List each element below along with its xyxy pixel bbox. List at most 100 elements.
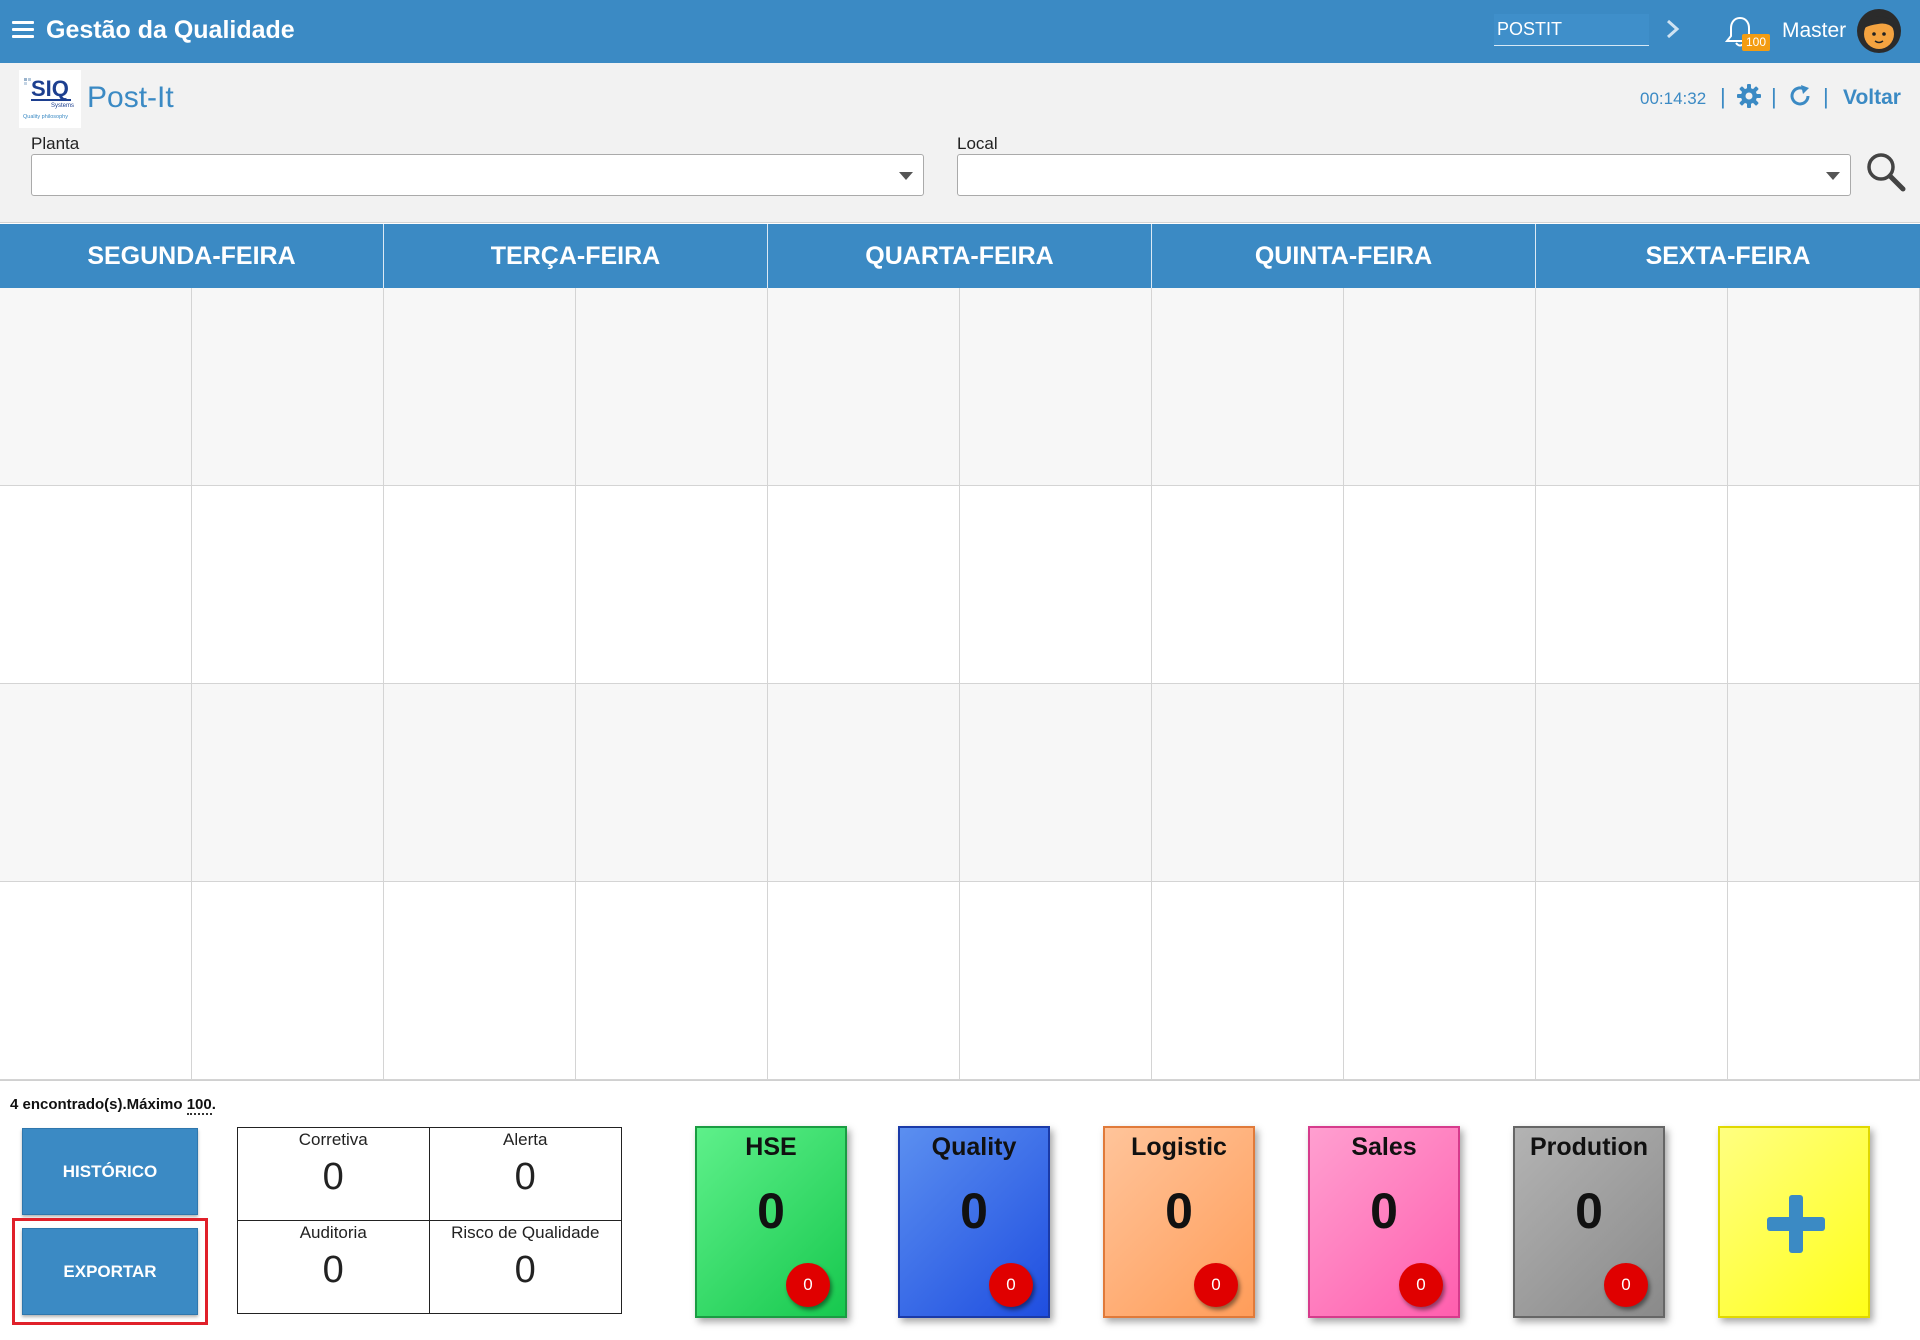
- stat-value: 0: [322, 1248, 344, 1291]
- board-cell: [960, 288, 1152, 486]
- board-cell: [1728, 288, 1920, 486]
- board-cell: [384, 486, 576, 684]
- card-count: 0: [757, 1183, 785, 1239]
- history-button[interactable]: HISTÓRICO: [22, 1128, 198, 1215]
- stat-value: 0: [514, 1156, 536, 1198]
- day-header: SEGUNDA-FEIRA: [0, 224, 384, 288]
- board-cell: [576, 288, 768, 486]
- category-card-hse[interactable]: HSE 0 0: [695, 1126, 847, 1318]
- category-card-prodution[interactable]: Prodution 0 0: [1513, 1126, 1665, 1318]
- user-name[interactable]: Master: [1782, 19, 1846, 43]
- board-cell: [0, 486, 192, 684]
- board-cell: [576, 684, 768, 882]
- svg-text:SIQ: SIQ: [31, 76, 69, 101]
- chevron-right-icon[interactable]: [1662, 14, 1684, 44]
- card-title: Sales: [1351, 1133, 1417, 1161]
- stats-table: Corretiva 0 Alerta 0 Auditoria 0 Risco d…: [237, 1127, 622, 1314]
- stat-label: Risco de Qualidade: [451, 1222, 600, 1242]
- day-header: TERÇA-FEIRA: [384, 224, 768, 288]
- board-cell: [768, 288, 960, 486]
- day-header: SEXTA-FEIRA: [1536, 224, 1920, 288]
- day-header: QUINTA-FEIRA: [1152, 224, 1536, 288]
- plus-icon: [1767, 1195, 1825, 1253]
- card-count: 0: [960, 1183, 988, 1239]
- chevron-down-icon: [899, 172, 913, 180]
- board-cell: [960, 684, 1152, 882]
- local-select[interactable]: [957, 154, 1851, 196]
- stat-corretiva: Corretiva 0: [238, 1128, 430, 1221]
- category-card-sales[interactable]: Sales 0 0: [1308, 1126, 1460, 1318]
- board-cell: [1536, 684, 1728, 882]
- day-headers: SEGUNDA-FEIRA TERÇA-FEIRA QUARTA-FEIRA Q…: [0, 224, 1920, 288]
- board-cell: [960, 486, 1152, 684]
- results-max: 100: [186, 1096, 212, 1115]
- category-card-logistic[interactable]: Logistic 0 0: [1103, 1126, 1255, 1318]
- siq-logo: SIQ Systems Quality philosophy: [19, 70, 81, 128]
- svg-text:Quality philosophy: Quality philosophy: [23, 114, 68, 120]
- board-cell: [768, 882, 960, 1080]
- board-cell: [1152, 486, 1344, 684]
- separator: |: [1720, 84, 1726, 109]
- postit-board: SEGUNDA-FEIRA TERÇA-FEIRA QUARTA-FEIRA Q…: [0, 224, 1920, 1081]
- card-title: Quality: [931, 1133, 1017, 1161]
- stat-value: 0: [322, 1156, 344, 1198]
- board-cell: [768, 684, 960, 882]
- separator: |: [1771, 84, 1777, 109]
- card-title: Logistic: [1131, 1133, 1227, 1161]
- back-link[interactable]: Voltar: [1843, 86, 1901, 110]
- category-card-quality[interactable]: Quality 0 0: [898, 1126, 1050, 1318]
- board-cell: [1344, 882, 1536, 1080]
- stat-label: Auditoria: [299, 1222, 367, 1242]
- top-bar: Gestão da Qualidade 100 Master: [0, 0, 1920, 63]
- board-cell: [192, 684, 384, 882]
- chevron-down-icon: [1826, 172, 1840, 180]
- results-suffix: .: [211, 1096, 216, 1113]
- board-cell: [576, 882, 768, 1080]
- stat-auditoria: Auditoria 0: [238, 1220, 430, 1313]
- export-button[interactable]: EXPORTAR: [22, 1228, 198, 1315]
- board-cell: [0, 684, 192, 882]
- module-search-input[interactable]: [1494, 14, 1649, 46]
- board-cell: [192, 882, 384, 1080]
- card-badge: 0: [786, 1263, 830, 1307]
- hamburger-icon[interactable]: [12, 21, 34, 39]
- stat-value: 0: [514, 1248, 536, 1291]
- results-text: 4 encontrado(s).Máximo: [10, 1096, 187, 1113]
- page-title: Post-It: [87, 81, 174, 114]
- plant-label: Planta: [31, 134, 80, 153]
- stat-label: Alerta: [503, 1130, 548, 1149]
- board-cell: [576, 486, 768, 684]
- gear-icon[interactable]: [1737, 84, 1761, 108]
- card-badge: 0: [989, 1263, 1033, 1307]
- board-cell: [0, 882, 192, 1080]
- local-label: Local: [957, 134, 998, 153]
- results-count: 4 encontrado(s).Máximo 100.: [10, 1096, 216, 1115]
- board-cell: [1536, 486, 1728, 684]
- stat-label: Corretiva: [298, 1130, 368, 1149]
- board-cell: [1728, 684, 1920, 882]
- board-cell: [384, 882, 576, 1080]
- card-count: 0: [1575, 1183, 1603, 1239]
- board-cell: [384, 684, 576, 882]
- stat-risco-qualidade: Risco de Qualidade 0: [430, 1221, 622, 1314]
- card-title: Prodution: [1529, 1133, 1649, 1161]
- board-cell: [1536, 882, 1728, 1080]
- avatar[interactable]: [1856, 8, 1902, 54]
- board-cell: [1344, 684, 1536, 882]
- session-timer: 00:14:32: [1640, 89, 1707, 108]
- search-icon[interactable]: [1864, 150, 1908, 194]
- board-cell: [1152, 882, 1344, 1080]
- board-cell: [1536, 288, 1728, 486]
- separator: |: [1823, 84, 1829, 109]
- board-cell: [1152, 684, 1344, 882]
- card-badge: 0: [1399, 1263, 1443, 1307]
- plant-select[interactable]: [31, 154, 924, 196]
- refresh-icon[interactable]: [1788, 84, 1812, 108]
- board-cell: [192, 288, 384, 486]
- card-title: HSE: [745, 1133, 797, 1161]
- board-cell: [1728, 882, 1920, 1080]
- board-grid: [0, 288, 1920, 1081]
- svg-text:Systems: Systems: [51, 103, 74, 109]
- board-cell: [1152, 288, 1344, 486]
- add-postit-button[interactable]: [1718, 1126, 1870, 1318]
